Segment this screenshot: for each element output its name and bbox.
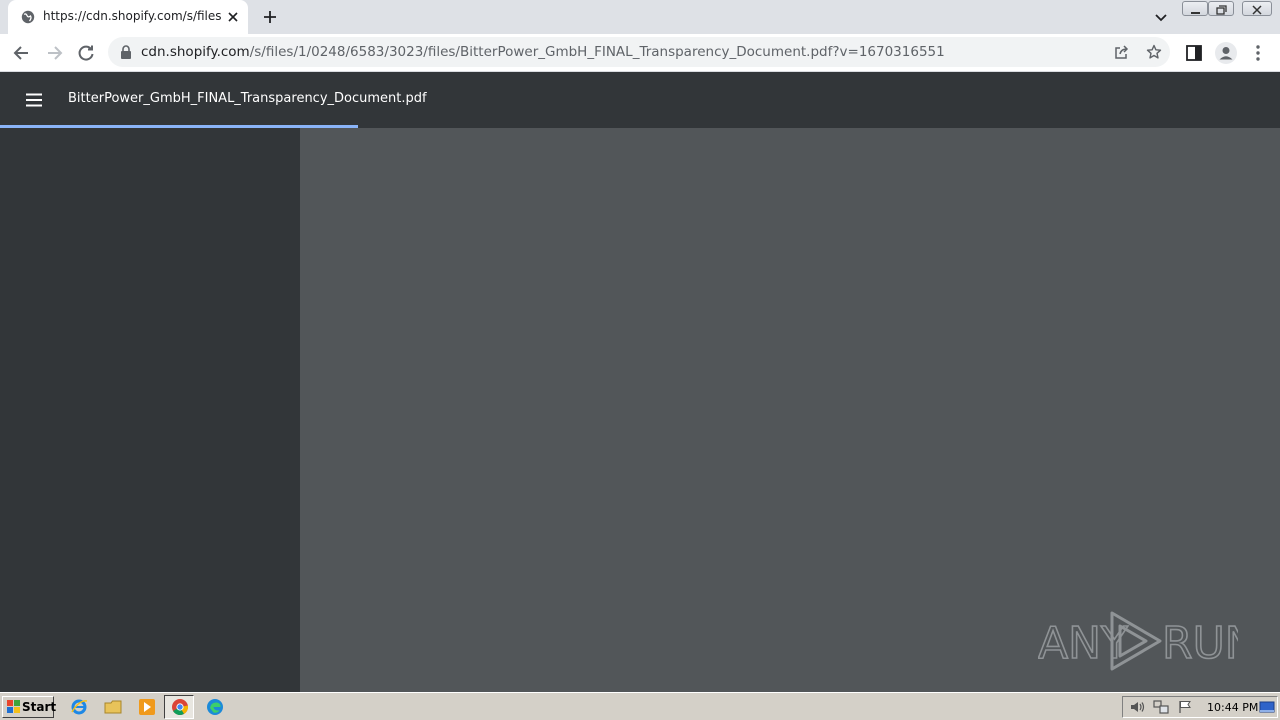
taskbar-clock[interactable]: 10:44 PM: [1207, 701, 1258, 714]
arrow-right-icon[interactable]: [44, 43, 64, 63]
restore-icon: [1216, 5, 1227, 15]
chrome-icon: [172, 699, 189, 715]
share-icon[interactable]: [1114, 44, 1130, 60]
tab-title: https://cdn.shopify.com/s/files/1/02: [43, 9, 221, 23]
pdf-toolbar: BitterPower_GmbH_FINAL_Transparency_Docu…: [0, 72, 1280, 128]
lock-icon[interactable]: [120, 45, 132, 59]
hamburger-menu-icon[interactable]: [24, 90, 44, 110]
watermark-text-right: RUN: [1162, 618, 1238, 669]
url-path: /s/files/1/0248/6583/3023/files/BitterPo…: [249, 44, 945, 60]
restore-button[interactable]: [1208, 1, 1234, 16]
volume-icon[interactable]: [1129, 700, 1145, 714]
system-tray: 10:44 PM: [1122, 696, 1278, 718]
window-controls: [1182, 0, 1276, 18]
tab-strip: https://cdn.shopify.com/s/files/1/02: [0, 0, 1280, 34]
network-icon[interactable]: [1153, 700, 1169, 714]
minimize-button[interactable]: [1182, 1, 1208, 16]
watermark-text-left: ANY: [1038, 618, 1128, 669]
plus-icon[interactable]: [262, 9, 278, 25]
globe-icon: [21, 10, 35, 24]
browser-tab[interactable]: https://cdn.shopify.com/s/files/1/02: [8, 0, 248, 34]
start-label: Start: [22, 700, 57, 714]
chevron-down-icon[interactable]: [1154, 10, 1168, 24]
anyrun-watermark: ANY RUN: [1038, 611, 1238, 671]
flag-icon[interactable]: [1177, 700, 1193, 714]
star-icon[interactable]: [1146, 44, 1162, 60]
url-host: cdn.shopify.com: [141, 44, 250, 60]
address-bar[interactable]: cdn.shopify.com/s/files/1/0248/6583/3023…: [108, 37, 1170, 67]
chrome-taskbar-button[interactable]: [164, 695, 194, 719]
close-window-button[interactable]: [1242, 1, 1272, 16]
profile-icon[interactable]: [1214, 41, 1238, 65]
media-player-icon[interactable]: [138, 698, 156, 716]
close-icon[interactable]: [226, 10, 240, 24]
arrow-left-icon[interactable]: [12, 43, 32, 63]
windows-logo-icon: [7, 700, 20, 713]
desktop-icon[interactable]: [1259, 700, 1275, 714]
kebab-menu-icon[interactable]: [1248, 43, 1268, 63]
side-panel-icon[interactable]: [1184, 43, 1204, 63]
edge-icon[interactable]: [206, 698, 224, 716]
file-explorer-icon[interactable]: [104, 698, 122, 716]
reload-icon[interactable]: [76, 43, 96, 63]
url-text[interactable]: cdn.shopify.com/s/files/1/0248/6583/3023…: [141, 44, 945, 60]
start-button[interactable]: Start: [2, 696, 57, 718]
browser-toolbar: cdn.shopify.com/s/files/1/0248/6583/3023…: [0, 34, 1280, 72]
pdf-title: BitterPower_GmbH_FINAL_Transparency_Docu…: [68, 91, 427, 106]
taskbar: Start 10:44 PM: [0, 692, 1280, 720]
pdf-sidebar: [0, 128, 300, 692]
minimize-icon: [1191, 12, 1200, 14]
internet-explorer-icon[interactable]: [70, 698, 88, 716]
close-icon: [1252, 5, 1262, 15]
